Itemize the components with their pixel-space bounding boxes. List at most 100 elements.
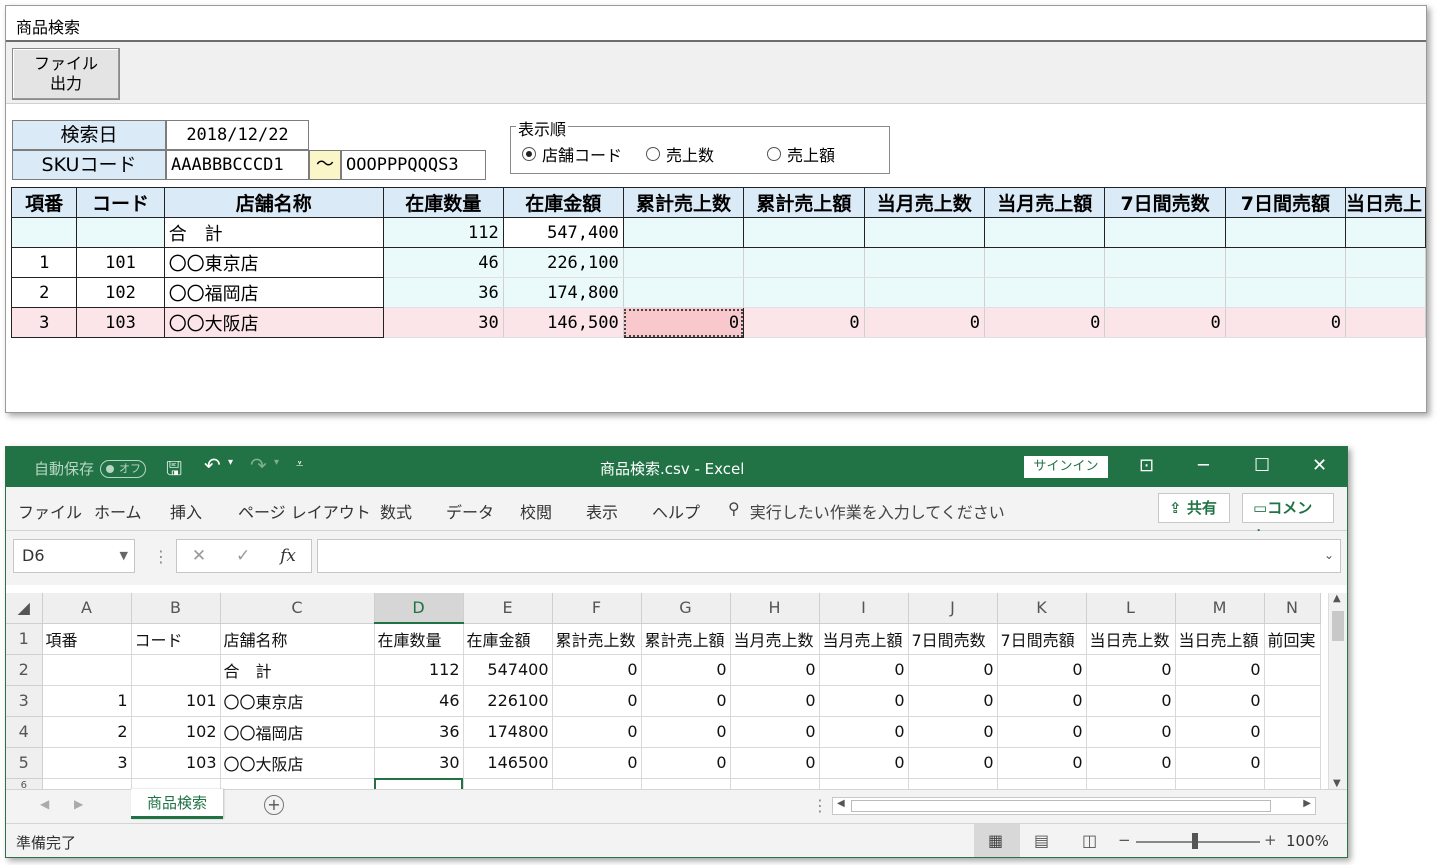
cell[interactable]: 46 xyxy=(374,685,464,717)
cell[interactable]: 36 xyxy=(374,716,464,748)
comment-button[interactable]: ▭コメント xyxy=(1242,493,1334,545)
column-header[interactable]: K xyxy=(997,593,1087,624)
cell[interactable]: 0 xyxy=(819,747,909,779)
cell[interactable]: 0 xyxy=(819,685,909,717)
cell[interactable]: 0 xyxy=(641,716,731,748)
grid-cell[interactable] xyxy=(1344,307,1426,338)
grid-cell[interactable]: 0 xyxy=(1224,307,1346,338)
cell[interactable]: 102 xyxy=(131,716,221,748)
column-header-selected[interactable]: D xyxy=(374,593,464,624)
cell[interactable]: 0 xyxy=(641,747,731,779)
column-header[interactable]: F xyxy=(552,593,642,624)
tell-me-search[interactable]: ⚲ 実行したい作業を入力してください xyxy=(728,499,1005,523)
cancel-icon[interactable]: ✕ xyxy=(192,546,206,566)
cell[interactable]: 0 xyxy=(552,685,642,717)
column-header[interactable]: H xyxy=(730,593,820,624)
cell[interactable]: 合 計 xyxy=(220,654,375,686)
focused-cell[interactable]: 0 xyxy=(622,307,745,338)
grid-cell[interactable] xyxy=(1224,277,1346,308)
grid-cell[interactable]: 0 xyxy=(983,307,1106,338)
store-row-selected[interactable]: 3 103 〇〇大阪店 30 146,500 0 0 0 0 0 0 xyxy=(10,307,1426,338)
grid-cell[interactable] xyxy=(1104,247,1226,278)
sort-radio-sales-amount[interactable]: 売上額 xyxy=(767,142,835,166)
grid-cell[interactable]: 0 xyxy=(863,307,986,338)
cell[interactable] xyxy=(1264,747,1321,779)
page-break-icon[interactable]: ◫ xyxy=(1082,831,1097,850)
sort-radio-store-code[interactable]: 店舗コード xyxy=(522,142,622,166)
autosave-toggle[interactable]: オフ xyxy=(100,459,147,478)
cell[interactable]: 0 xyxy=(730,747,820,779)
undo-dropdown-icon[interactable]: ▾ xyxy=(228,457,233,468)
select-all-corner[interactable]: ◢ xyxy=(6,593,43,624)
name-box[interactable]: D6 ▼ xyxy=(13,539,135,573)
cell[interactable]: 0 xyxy=(997,747,1087,779)
cell[interactable]: 店舗名称 xyxy=(220,623,375,655)
maximize-icon[interactable]: ☐ xyxy=(1254,455,1270,476)
cell[interactable]: 0 xyxy=(997,716,1087,748)
cell[interactable]: 0 xyxy=(641,654,731,686)
vertical-scrollbar[interactable]: ▲ ▼ xyxy=(1328,593,1347,789)
grid-cell[interactable]: 0 xyxy=(743,307,865,338)
tab-next-icon[interactable]: ▶ xyxy=(74,797,83,811)
tab-page-layout[interactable]: ページ レイアウト xyxy=(238,499,371,523)
cell[interactable]: 101 xyxy=(131,685,221,717)
column-header[interactable]: C xyxy=(220,593,375,624)
grid-cell[interactable] xyxy=(622,277,745,308)
ribbon-display-icon[interactable]: ⊡ xyxy=(1139,455,1154,476)
grid-cell[interactable] xyxy=(863,277,986,308)
cell[interactable]: 0 xyxy=(908,654,998,686)
scroll-right-icon[interactable]: ▶ xyxy=(1303,798,1311,809)
cell[interactable]: 0 xyxy=(1175,685,1265,717)
column-header[interactable]: L xyxy=(1086,593,1176,624)
cell[interactable]: 1 xyxy=(42,685,132,717)
tab-help[interactable]: ヘルプ xyxy=(652,499,700,523)
cell[interactable]: 0 xyxy=(819,654,909,686)
grid-cell[interactable] xyxy=(1104,277,1226,308)
enter-icon[interactable]: ✓ xyxy=(236,546,250,566)
zoom-out-icon[interactable]: − xyxy=(1118,831,1131,849)
cell[interactable]: 在庫数量 xyxy=(374,623,464,655)
tab-file[interactable]: ファイル xyxy=(18,499,82,523)
sort-radio-sales-count[interactable]: 売上数 xyxy=(646,142,714,166)
cell[interactable]: 7日間売数 xyxy=(908,623,998,655)
cell[interactable]: コード xyxy=(131,623,221,655)
scroll-down-icon[interactable]: ▼ xyxy=(1333,778,1341,789)
tab-prev-icon[interactable]: ◀ xyxy=(40,797,49,811)
cell[interactable]: 0 xyxy=(908,685,998,717)
page-layout-icon[interactable]: ▤ xyxy=(1034,831,1049,850)
cell[interactable]: 174800 xyxy=(463,716,553,748)
zoom-level[interactable]: 100% xyxy=(1286,832,1329,850)
cell[interactable]: 0 xyxy=(552,747,642,779)
cell[interactable]: 226100 xyxy=(463,685,553,717)
tab-review[interactable]: 校閲 xyxy=(520,499,552,523)
tab-data[interactable]: データ xyxy=(446,499,494,523)
row-header[interactable]: 1 xyxy=(6,623,43,655)
cell[interactable]: 547400 xyxy=(463,654,553,686)
cell[interactable]: 146500 xyxy=(463,747,553,779)
column-header[interactable]: I xyxy=(819,593,909,624)
cell[interactable]: 0 xyxy=(730,654,820,686)
row-header[interactable]: 2 xyxy=(6,654,43,686)
share-button[interactable]: ⇪ 共有 xyxy=(1158,493,1230,523)
tab-home[interactable]: ホーム xyxy=(94,499,142,523)
tab-formulas[interactable]: 数式 xyxy=(380,499,412,523)
signin-button[interactable]: サインイン xyxy=(1024,456,1108,478)
grid-cell[interactable] xyxy=(863,247,986,278)
grid-cell[interactable] xyxy=(622,247,745,278)
sheet-tab-active[interactable]: 商品検索 xyxy=(131,789,223,819)
cell[interactable]: 0 xyxy=(552,654,642,686)
cell[interactable]: 項番 xyxy=(42,623,132,655)
cell[interactable]: 0 xyxy=(552,716,642,748)
tab-insert[interactable]: 挿入 xyxy=(170,499,202,523)
cell[interactable]: 3 xyxy=(42,747,132,779)
zoom-slider[interactable] xyxy=(1136,841,1260,843)
row-header[interactable]: 4 xyxy=(6,716,43,748)
cell[interactable]: 当月売上額 xyxy=(819,623,909,655)
cell[interactable]: 0 xyxy=(1086,654,1176,686)
scroll-up-icon[interactable]: ▲ xyxy=(1333,593,1341,604)
cell[interactable] xyxy=(131,654,221,686)
column-header[interactable]: N xyxy=(1264,593,1321,624)
cell[interactable]: 0 xyxy=(641,685,731,717)
cell[interactable]: 0 xyxy=(1175,654,1265,686)
search-date-field[interactable]: 2018/12/22 xyxy=(166,120,309,150)
